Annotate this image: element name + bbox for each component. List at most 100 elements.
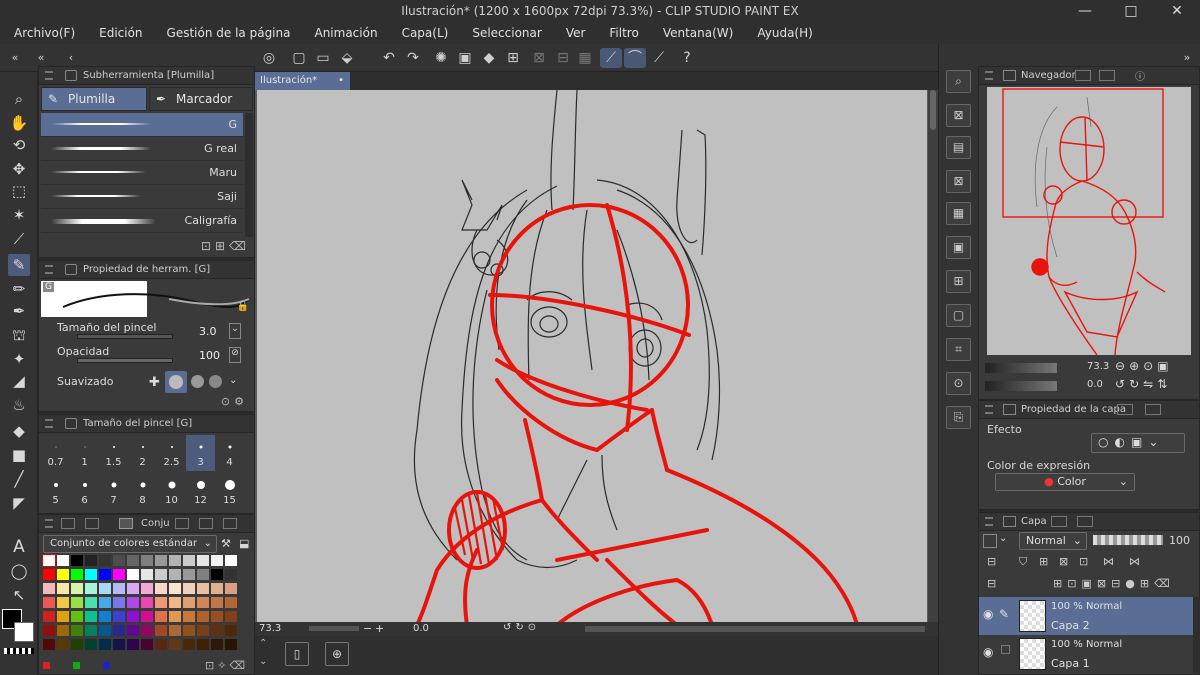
layer-color-swatch[interactable] [983, 534, 997, 548]
color-swatch[interactable] [127, 597, 139, 608]
copy-subtool-icon[interactable]: ⊡ [201, 239, 215, 253]
lock-transparency-icon[interactable]: ⊡ [1079, 555, 1088, 568]
brush-item-saji[interactable]: Saji [41, 185, 243, 209]
color-swatch[interactable] [127, 583, 139, 594]
color-swatch[interactable] [57, 611, 69, 622]
size-cell[interactable]: 12 [186, 473, 215, 509]
color-swatch[interactable] [155, 583, 167, 594]
color-swatch[interactable] [57, 583, 69, 594]
maximize-button[interactable]: □ [1108, 0, 1154, 24]
collapse-icon[interactable]: ⌄ [259, 656, 267, 667]
info-icon[interactable]: ⓘ [1135, 69, 1145, 86]
menu-file[interactable]: Archivo(F) [14, 24, 75, 44]
panel-grip-icon[interactable] [985, 517, 993, 526]
smoothing-level[interactable] [191, 375, 204, 388]
color-swatch[interactable] [183, 597, 195, 608]
close-tab-icon[interactable]: • [338, 72, 344, 89]
zoom-out-icon[interactable]: − [363, 622, 372, 635]
transfer-icon[interactable]: ⊠ [1097, 577, 1111, 590]
color-history-tab-icon[interactable] [223, 518, 237, 529]
draft-layer-icon[interactable]: ⋈ [1103, 555, 1114, 568]
color-swatch[interactable] [57, 639, 69, 650]
menu-page-management[interactable]: Gestión de la página [167, 24, 291, 44]
color-swatch[interactable] [183, 611, 195, 622]
sub-color-swatch[interactable] [14, 622, 34, 642]
clip-icon[interactable]: ⛉ [1019, 555, 1027, 569]
opacity-toggle-icon[interactable]: ⊘ [229, 347, 241, 363]
lock-icon[interactable]: 🔓 [237, 301, 249, 312]
color-swatch[interactable] [43, 639, 55, 650]
color-swatch[interactable] [197, 597, 209, 608]
menu-view[interactable]: Ver [566, 24, 586, 44]
color-swatch[interactable] [211, 555, 223, 566]
zoom-in-icon[interactable]: ⊕ [1129, 359, 1143, 373]
color-swatch[interactable] [43, 611, 55, 622]
brush-size-slider[interactable] [77, 334, 173, 339]
blend-icon[interactable]: ♨ [8, 394, 30, 416]
figure-icon[interactable]: ╱ [8, 468, 30, 490]
ruler-layer-icon[interactable]: ⋈ [1129, 555, 1140, 568]
color-swatch[interactable] [183, 625, 195, 636]
color-swatch[interactable] [169, 597, 181, 608]
color-swatch[interactable] [85, 639, 97, 650]
timeline-tab-icon[interactable] [1077, 516, 1093, 527]
size-cell[interactable]: 6 [70, 473, 99, 509]
fit-icon[interactable]: ▣ [1157, 359, 1172, 373]
sub-view-tab-icon[interactable] [1075, 70, 1091, 81]
color-swatch[interactable] [183, 583, 195, 594]
color-swatch[interactable] [99, 625, 111, 636]
material-3d-icon[interactable]: ⌗ [946, 338, 971, 361]
color-swatch[interactable] [85, 555, 97, 566]
reference-icon[interactable]: ⊞ [1039, 555, 1048, 568]
panel-grip-icon[interactable] [45, 265, 53, 274]
zoom-slider[interactable] [309, 626, 359, 631]
color-swatch[interactable] [85, 569, 97, 580]
color-swatch[interactable] [127, 625, 139, 636]
color-swatch[interactable] [197, 583, 209, 594]
zoom-readout[interactable]: 73.3 [259, 623, 281, 634]
smoothing-level[interactable] [209, 375, 222, 388]
collapse-left-icon[interactable]: « [4, 48, 26, 68]
size-cell[interactable]: 8 [128, 473, 157, 509]
menu-edit[interactable]: Edición [99, 24, 142, 44]
open-folder-icon[interactable]: ▭ [312, 48, 334, 68]
material-image-icon[interactable]: ⊞ [946, 270, 971, 293]
color-swatch[interactable] [141, 555, 153, 566]
rotate-left-icon[interactable]: ↺ [1115, 377, 1129, 391]
rotation-slider[interactable] [985, 381, 1057, 391]
rotate-right-icon[interactable]: ↻ [1129, 377, 1143, 391]
color-swatch[interactable] [42, 554, 56, 567]
panel-grip-icon[interactable] [985, 405, 993, 414]
correct-line-icon[interactable]: ↖ [8, 584, 30, 606]
chevron-down-icon[interactable]: ⌄ [1148, 435, 1164, 449]
color-swatch[interactable] [71, 583, 83, 594]
canvas-horizontal-scrollbar[interactable] [585, 626, 925, 632]
color-swatch[interactable] [113, 639, 125, 650]
menu-layer[interactable]: Capa(L) [402, 24, 449, 44]
color-swatch[interactable] [71, 611, 83, 622]
size-cell[interactable]: 1.5 [99, 435, 128, 471]
color-swatch[interactable] [155, 611, 167, 622]
approximate-color-tab-icon[interactable] [199, 518, 213, 529]
size-cell[interactable]: 0.7 [41, 435, 70, 471]
color-swatch[interactable] [141, 569, 153, 580]
color-swatch[interactable] [71, 597, 83, 608]
snap-grid-icon[interactable]: ⟋ [648, 48, 670, 68]
size-cell[interactable]: 15 [215, 473, 244, 509]
layer-row-capa-1[interactable]: ◉ 100 % Normal Capa 1 [979, 635, 1200, 673]
color-swatch[interactable] [141, 583, 153, 594]
size-cell[interactable]: 2 [128, 435, 157, 471]
balloon-icon[interactable]: ◯ [8, 560, 30, 582]
color-set-tab-label[interactable]: Conju [141, 518, 170, 529]
eyedrop-icon[interactable]: ✧ [217, 659, 229, 672]
color-swatch[interactable] [211, 597, 223, 608]
new-raster-icon[interactable]: ⊞ [1053, 577, 1067, 590]
color-swatch[interactable] [99, 611, 111, 622]
opacity-slider[interactable] [77, 358, 173, 363]
color-swatch[interactable] [141, 597, 153, 608]
layer-name[interactable]: Capa 2 [1051, 619, 1090, 632]
color-swatch[interactable] [169, 639, 181, 650]
intermediate-color-tab-icon[interactable] [175, 518, 189, 529]
color-swatch[interactable] [85, 597, 97, 608]
color-swatch[interactable] [155, 625, 167, 636]
